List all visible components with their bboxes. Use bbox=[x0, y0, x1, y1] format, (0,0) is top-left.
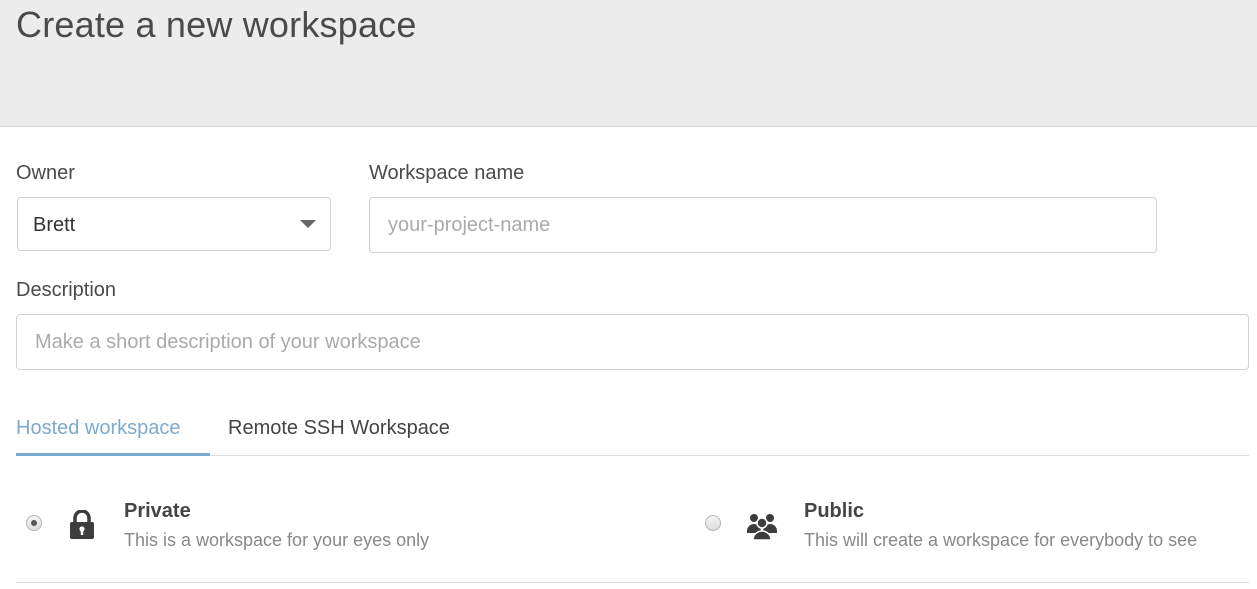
tab-hosted-workspace-label: Hosted workspace bbox=[16, 417, 181, 439]
description-label: Description bbox=[16, 279, 117, 301]
section-divider bbox=[16, 582, 1249, 583]
workspace-name-input[interactable] bbox=[369, 197, 1157, 253]
owner-label: Owner bbox=[16, 162, 75, 184]
active-tab-indicator bbox=[16, 453, 210, 456]
tab-remote-ssh-workspace-label: Remote SSH Workspace bbox=[228, 417, 450, 439]
private-radio[interactable] bbox=[26, 515, 42, 531]
owner-select-value: Brett bbox=[33, 214, 76, 236]
workspace-name-label: Workspace name bbox=[369, 162, 525, 184]
tab-hosted-workspace[interactable]: Hosted workspace bbox=[16, 417, 181, 440]
lock-icon bbox=[69, 509, 95, 545]
page-title: Create a new workspace bbox=[16, 4, 417, 45]
workspace-type-tabs: Hosted workspace Remote SSH Workspace bbox=[16, 412, 1249, 456]
users-icon bbox=[746, 511, 778, 546]
description-input[interactable] bbox=[16, 314, 1249, 370]
public-option-description: This will create a workspace for everybo… bbox=[804, 530, 1198, 550]
owner-select[interactable]: Brett bbox=[17, 197, 331, 251]
private-option-title: Private bbox=[124, 500, 191, 522]
radio-selected-dot bbox=[31, 520, 37, 526]
public-radio[interactable] bbox=[705, 515, 721, 531]
tab-remote-ssh-workspace[interactable]: Remote SSH Workspace bbox=[228, 417, 450, 440]
chevron-down-icon bbox=[300, 220, 316, 228]
public-option-title: Public bbox=[804, 500, 865, 522]
page-header: Create a new workspace bbox=[0, 0, 1257, 127]
private-option-description: This is a workspace for your eyes only bbox=[124, 530, 430, 550]
